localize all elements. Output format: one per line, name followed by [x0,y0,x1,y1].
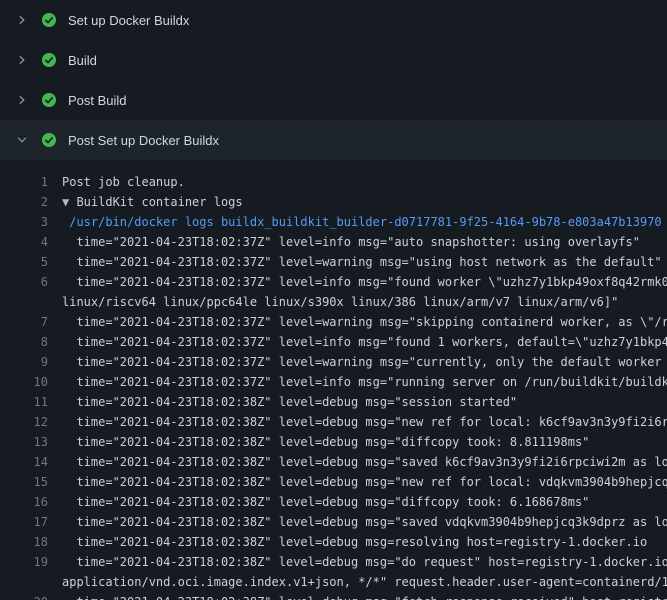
log-line-text[interactable]: ▼ BuildKit container logs [62,192,667,212]
log-line-number[interactable] [0,572,62,592]
log-line-text: linux/riscv64 linux/ppc64le linux/s390x … [62,292,667,312]
log-line-number[interactable]: 19 [0,552,62,572]
log-line: 20 time="2021-04-23T18:02:38Z" level=deb… [0,592,667,600]
step-header-build[interactable]: Build [0,40,667,80]
job-log-viewer: Set up Docker Buildx Build Post Build Po… [0,0,667,600]
log-line-number[interactable]: 4 [0,232,62,252]
step-title: Set up Docker Buildx [68,13,189,28]
log-line-number[interactable]: 3 [0,212,62,232]
log-line: 17 time="2021-04-23T18:02:38Z" level=deb… [0,512,667,532]
log-line-number[interactable]: 18 [0,532,62,552]
check-success-icon [41,132,57,148]
log-line-number[interactable] [0,292,62,312]
log-line: 18 time="2021-04-23T18:02:38Z" level=deb… [0,532,667,552]
log-line-text: Post job cleanup. [62,172,667,192]
log-line-text: time="2021-04-23T18:02:37Z" level=info m… [62,232,667,252]
log-line-number[interactable]: 16 [0,492,62,512]
log-line-text: /usr/bin/docker logs buildx_buildkit_bui… [62,212,667,232]
log-line: 11 time="2021-04-23T18:02:38Z" level=deb… [0,392,667,412]
log-line-text: time="2021-04-23T18:02:38Z" level=debug … [62,532,667,552]
step-header-set-up-docker-buildx[interactable]: Set up Docker Buildx [0,0,667,40]
log-line-number[interactable]: 1 [0,172,62,192]
log-line: 2 ▼ BuildKit container logs [0,192,667,212]
log-line: 7 time="2021-04-23T18:02:37Z" level=warn… [0,312,667,332]
log-line: 6 time="2021-04-23T18:02:37Z" level=info… [0,272,667,292]
log-line-number[interactable]: 5 [0,252,62,272]
log-line: 13 time="2021-04-23T18:02:38Z" level=deb… [0,432,667,452]
chevron-right-icon [14,92,30,108]
log-line: 3 /usr/bin/docker logs buildx_buildkit_b… [0,212,667,232]
check-success-icon [41,92,57,108]
log-line-number[interactable]: 20 [0,592,62,600]
log-line-number[interactable]: 7 [0,312,62,332]
log-line-text: time="2021-04-23T18:02:37Z" level=warnin… [62,312,667,332]
log-line-text: time="2021-04-23T18:02:38Z" level=debug … [62,472,667,492]
log-line-text: time="2021-04-23T18:02:37Z" level=info m… [62,332,667,352]
log-line: 19 time="2021-04-23T18:02:38Z" level=deb… [0,552,667,572]
log-line-text: time="2021-04-23T18:02:37Z" level=warnin… [62,352,667,372]
log-line: linux/riscv64 linux/ppc64le linux/s390x … [0,292,667,312]
check-success-icon [41,12,57,28]
step-header-post-set-up-docker-buildx[interactable]: Post Set up Docker Buildx [0,120,667,160]
log-line: 4 time="2021-04-23T18:02:37Z" level=info… [0,232,667,252]
log-line-text: time="2021-04-23T18:02:38Z" level=debug … [62,512,667,532]
log-line: application/vnd.oci.image.index.v1+json,… [0,572,667,592]
check-success-icon [41,52,57,68]
log-line-text: time="2021-04-23T18:02:38Z" level=debug … [62,412,667,432]
log-line-number[interactable]: 10 [0,372,62,392]
log-line: 8 time="2021-04-23T18:02:37Z" level=info… [0,332,667,352]
log-line-text: time="2021-04-23T18:02:37Z" level=info m… [62,272,667,292]
log-line-text: time="2021-04-23T18:02:38Z" level=debug … [62,592,667,600]
log-line: 16 time="2021-04-23T18:02:38Z" level=deb… [0,492,667,512]
group-toggle-icon[interactable]: ▼ [62,195,69,209]
log-line: 10 time="2021-04-23T18:02:37Z" level=inf… [0,372,667,392]
log-line-text: time="2021-04-23T18:02:38Z" level=debug … [62,452,667,472]
log-line-text: time="2021-04-23T18:02:37Z" level=warnin… [62,252,667,272]
log-line: 9 time="2021-04-23T18:02:37Z" level=warn… [0,352,667,372]
step-title: Post Set up Docker Buildx [68,133,219,148]
log-line-text: time="2021-04-23T18:02:38Z" level=debug … [62,392,667,412]
log-line-text: time="2021-04-23T18:02:38Z" level=debug … [62,492,667,512]
log-line-number[interactable]: 8 [0,332,62,352]
log-line-text: time="2021-04-23T18:02:38Z" level=debug … [62,432,667,452]
step-list: Set up Docker Buildx Build Post Build Po… [0,0,667,160]
log-line-text: application/vnd.oci.image.index.v1+json,… [62,572,667,592]
log-line-number[interactable]: 9 [0,352,62,372]
log-line-number[interactable]: 6 [0,272,62,292]
chevron-right-icon [14,12,30,28]
chevron-down-icon [14,132,30,148]
log-line-text: time="2021-04-23T18:02:38Z" level=debug … [62,552,667,572]
log-line-number[interactable]: 12 [0,412,62,432]
log-lines: 1 Post job cleanup. 2 ▼ BuildKit contain… [0,160,667,600]
log-line-number[interactable]: 17 [0,512,62,532]
step-title: Build [68,53,97,68]
log-line-number[interactable]: 2 [0,192,62,212]
log-line: 1 Post job cleanup. [0,172,667,192]
step-header-post-build[interactable]: Post Build [0,80,667,120]
log-line: 15 time="2021-04-23T18:02:38Z" level=deb… [0,472,667,492]
chevron-right-icon [14,52,30,68]
step-title: Post Build [68,93,127,108]
log-line-text: time="2021-04-23T18:02:37Z" level=info m… [62,372,667,392]
log-line-number[interactable]: 15 [0,472,62,492]
log-line: 12 time="2021-04-23T18:02:38Z" level=deb… [0,412,667,432]
log-line-number[interactable]: 11 [0,392,62,412]
log-line-number[interactable]: 14 [0,452,62,472]
log-line-number[interactable]: 13 [0,432,62,452]
log-line: 14 time="2021-04-23T18:02:38Z" level=deb… [0,452,667,472]
log-line: 5 time="2021-04-23T18:02:37Z" level=warn… [0,252,667,272]
